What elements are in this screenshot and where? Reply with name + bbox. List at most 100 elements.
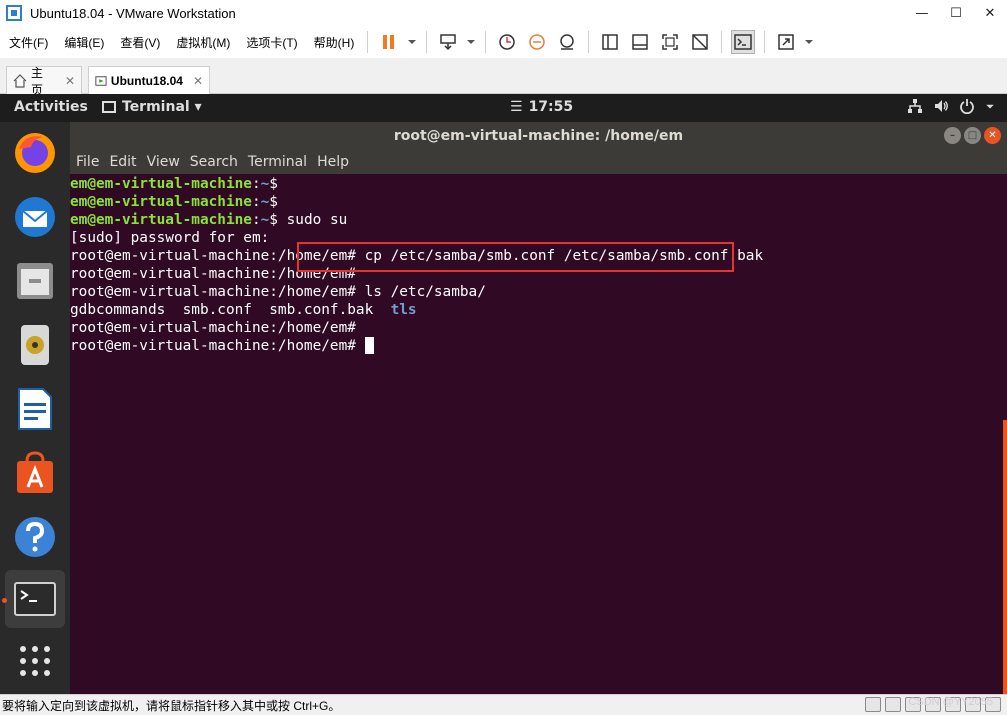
suspend-button[interactable] — [377, 30, 401, 54]
terminal-menu-help[interactable]: Help — [312, 154, 354, 170]
terminal-line: root@em-virtual-machine:/home/em# — [70, 320, 356, 336]
dock-libreoffice-writer[interactable] — [10, 384, 60, 434]
terminal-line: em@em-virtual-machine:~$ — [70, 176, 278, 192]
close-tab-icon[interactable]: ✕ — [193, 74, 203, 88]
terminal-icon — [14, 582, 56, 616]
toolbar-separator — [588, 31, 590, 53]
terminal-menu-edit[interactable]: Edit — [104, 154, 141, 170]
menu-view[interactable]: 查看(V) — [113, 34, 167, 51]
menu-edit[interactable]: 编辑(E) — [57, 34, 111, 51]
vmware-logo-icon — [6, 5, 22, 21]
window-controls: — ☐ ✕ — [905, 0, 1007, 26]
chevron-down-icon — [986, 104, 994, 109]
menu-file[interactable]: 文件(F) — [2, 34, 55, 51]
terminal-cursor — [364, 337, 374, 354]
vmware-statusbar: 要将输入定向到该虚拟机，请将鼠标指针移入其中或按 Ctrl+G。 CSDN @Y… — [0, 694, 1007, 715]
vm-screen[interactable]: Activities Terminal ▾ ☰ 17:55 root@em-vi… — [0, 94, 1007, 694]
terminal-menu-file[interactable]: File — [71, 154, 104, 170]
dock-thunderbird[interactable] — [10, 192, 60, 242]
send-ctrl-alt-del-button[interactable] — [436, 30, 460, 54]
terminal-title: root@em-virtual-machine: /home/em — [393, 128, 684, 144]
power-dropdown[interactable] — [407, 30, 417, 54]
menu-help[interactable]: 帮助(H) — [307, 34, 362, 51]
toolbar-separator — [764, 31, 766, 53]
pause-icon — [383, 35, 395, 49]
ubuntu-dock — [0, 122, 70, 694]
stretch-dropdown[interactable] — [804, 30, 814, 54]
network-icon — [908, 99, 922, 113]
console-icon — [734, 34, 753, 50]
dock-terminal[interactable] — [5, 570, 65, 628]
snapshot-button[interactable] — [495, 30, 519, 54]
app-menu-label: Terminal ▾ — [122, 99, 202, 115]
unity-button[interactable] — [688, 30, 712, 54]
show-library-button[interactable] — [598, 30, 622, 54]
dock-software-center[interactable] — [10, 448, 60, 498]
terminal-titlebar[interactable]: root@em-virtual-machine: /home/em – □ ✕ — [70, 122, 1007, 150]
vm-icon — [95, 75, 107, 86]
hdd-icon[interactable] — [865, 697, 881, 712]
command-highlight-box — [297, 242, 734, 272]
terminal-line: root@em-virtual-machine:/home/em# ls /et… — [70, 284, 486, 300]
cdrom-icon[interactable] — [885, 697, 901, 712]
thumbnail-bar-button[interactable] — [628, 30, 652, 54]
dropdown-button[interactable] — [466, 30, 476, 54]
toolbar-separator — [367, 31, 369, 53]
power-icon — [960, 99, 974, 114]
close-icon[interactable]: ✕ — [973, 0, 1007, 26]
terminal-menubar: File Edit View Search Terminal Help — [70, 150, 1007, 174]
files-icon — [17, 263, 53, 299]
system-tray[interactable] — [907, 98, 995, 114]
activities-button[interactable]: Activities — [14, 99, 88, 115]
snapshot-manager-button[interactable] — [555, 30, 579, 54]
firefox-icon — [15, 133, 55, 173]
menu-vm[interactable]: 虚拟机(M) — [169, 34, 237, 51]
vm-tabbar: 主页 ✕ Ubuntu18.04 ✕ — [0, 58, 1007, 97]
gnome-topbar: Activities Terminal ▾ ☰ 17:55 — [0, 94, 1007, 122]
keyboard-icon — [440, 34, 457, 51]
terminal-menu-view[interactable]: View — [142, 154, 185, 170]
maximize-icon[interactable]: ☐ — [939, 0, 973, 26]
chevron-down-icon — [467, 40, 476, 44]
tab-ubuntu[interactable]: Ubuntu18.04 ✕ — [88, 66, 210, 94]
dock-help[interactable] — [10, 512, 60, 562]
toolbar-separator — [485, 31, 487, 53]
clock-time: 17:55 — [528, 99, 574, 115]
dock-rhythmbox[interactable] — [10, 320, 60, 370]
snapshot-manager-icon — [560, 34, 575, 50]
console-view-button[interactable] — [731, 30, 756, 54]
home-icon — [13, 73, 27, 88]
dock-firefox[interactable] — [10, 128, 60, 178]
dock-show-applications[interactable] — [10, 636, 60, 686]
fullscreen-button[interactable] — [658, 30, 682, 54]
watermark: CSDN @YY2055 — [908, 696, 993, 708]
vmware-titlebar: Ubuntu18.04 - VMware Workstation — ☐ ✕ — [0, 0, 1007, 26]
rhythmbox-icon — [21, 325, 49, 365]
bottom-panel-icon — [632, 34, 649, 50]
chevron-down-icon — [408, 40, 417, 44]
fullscreen-icon — [662, 34, 679, 50]
minimize-icon[interactable]: — — [905, 0, 939, 26]
clock-icon — [499, 34, 516, 50]
terminal-menu-terminal[interactable]: Terminal — [243, 154, 312, 170]
chevron-down-icon — [805, 40, 814, 44]
terminal-menu-search[interactable]: Search — [185, 154, 243, 170]
help-icon — [15, 517, 55, 557]
app-grid-icon — [20, 646, 50, 676]
stretch-button[interactable] — [774, 30, 798, 54]
menu-tabs[interactable]: 选项卡(T) — [239, 34, 304, 51]
vmware-menubar: 文件(F) 编辑(E) 查看(V) 虚拟机(M) 选项卡(T) 帮助(H) — [0, 26, 1007, 58]
dock-files[interactable] — [10, 256, 60, 306]
tab-home[interactable]: 主页 ✕ — [6, 66, 82, 97]
terminal-scrollbar[interactable] — [1003, 420, 1007, 694]
close-icon[interactable]: ✕ — [984, 127, 1001, 144]
maximize-icon[interactable]: □ — [964, 127, 981, 144]
app-menu[interactable]: Terminal ▾ — [102, 99, 202, 115]
minimize-icon[interactable]: – — [944, 127, 961, 144]
terminal-window-controls: – □ ✕ — [944, 127, 1001, 144]
close-tab-icon[interactable]: ✕ — [65, 74, 75, 88]
clock[interactable]: ☰ 17:55 — [510, 99, 573, 115]
toolbar-separator — [721, 31, 723, 53]
tab-ubuntu-label: Ubuntu18.04 — [110, 73, 183, 88]
revert-snapshot-button[interactable] — [525, 30, 549, 54]
